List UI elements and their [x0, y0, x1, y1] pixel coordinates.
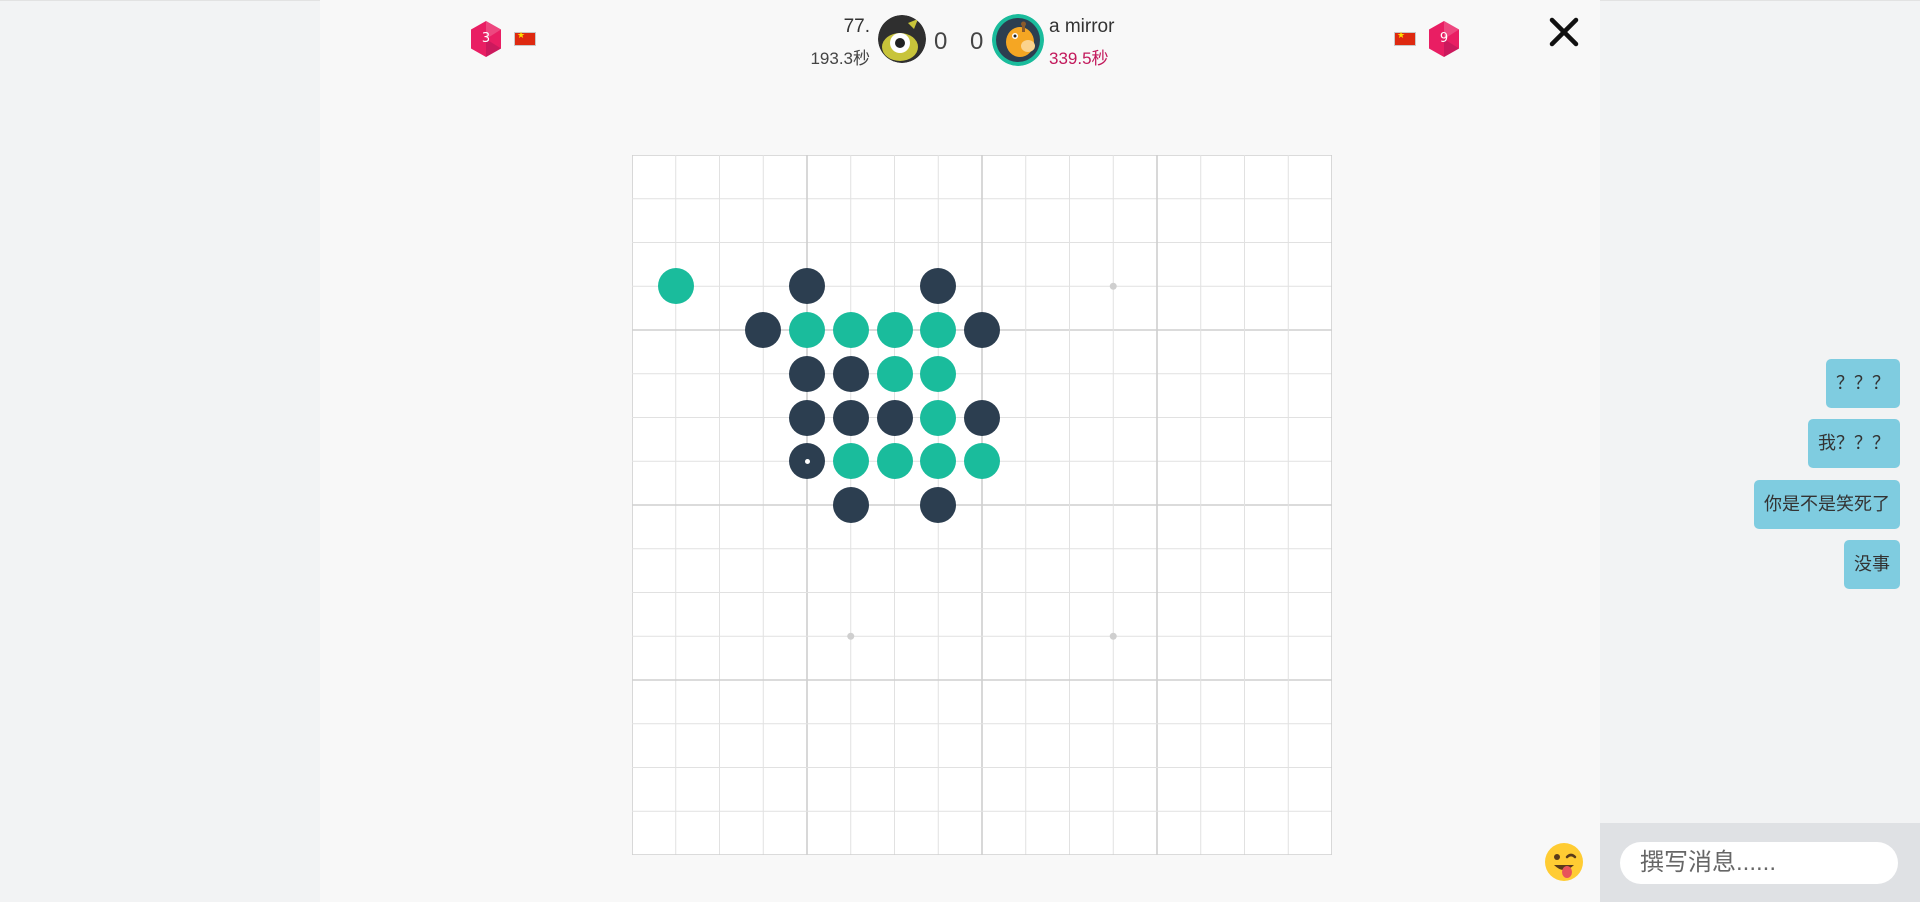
left-rank-number: 3 — [470, 20, 502, 58]
chat-message-input[interactable] — [1620, 842, 1898, 884]
left-player-timer: 193.3秒 — [810, 44, 870, 69]
right-player-score: 0 — [970, 28, 983, 56]
teal-stone — [920, 400, 956, 436]
close-icon — [1546, 14, 1582, 50]
dark-stone — [920, 487, 956, 523]
tongue-wink-emoji-icon — [1544, 842, 1584, 882]
dark-stone — [789, 400, 825, 436]
one-eyed-monster-icon — [878, 15, 926, 63]
teal-stone — [833, 443, 869, 479]
dark-stone — [877, 400, 913, 436]
right-player-timer: 339.5秒 — [1049, 44, 1109, 69]
board-grid — [632, 155, 1332, 855]
star-point — [1110, 283, 1117, 290]
last-move-marker — [805, 459, 810, 464]
left-china-flag-icon — [514, 32, 536, 46]
left-player-score: 0 — [934, 28, 947, 56]
dark-stone — [833, 487, 869, 523]
teal-stone — [964, 443, 1000, 479]
teal-stone — [920, 356, 956, 392]
chat-message: ？？？ — [1826, 359, 1900, 408]
right-rank-badge: 9 — [1428, 20, 1460, 58]
star-point — [847, 633, 854, 640]
teal-stone — [833, 312, 869, 348]
chat-message: 你是不是笑死了 — [1754, 480, 1900, 529]
chat-message: 没事 — [1844, 540, 1900, 589]
dark-stone — [964, 400, 1000, 436]
left-player-name: 77. — [844, 16, 870, 38]
teal-stone — [877, 443, 913, 479]
right-china-flag-icon — [1394, 32, 1416, 46]
close-button[interactable] — [1546, 14, 1582, 50]
dark-stone — [789, 443, 825, 479]
teal-stone — [877, 356, 913, 392]
dark-stone — [964, 312, 1000, 348]
dark-stone — [745, 312, 781, 348]
dark-stone — [833, 356, 869, 392]
dark-stone — [789, 356, 825, 392]
teal-stone — [658, 268, 694, 304]
emoji-button[interactable] — [1544, 842, 1584, 882]
right-player-avatar[interactable] — [992, 14, 1044, 66]
dark-stone — [920, 268, 956, 304]
dark-stone — [833, 400, 869, 436]
dark-stone — [789, 268, 825, 304]
right-player-name: a mirror — [1049, 16, 1114, 38]
left-player-avatar[interactable] — [878, 15, 926, 63]
right-rank-number: 9 — [1428, 20, 1460, 58]
teal-stone — [920, 312, 956, 348]
teal-stone — [789, 312, 825, 348]
gomoku-board[interactable] — [632, 155, 1332, 855]
teal-stone — [877, 312, 913, 348]
giraffe-icon — [992, 14, 1044, 66]
left-rank-badge: 3 — [470, 20, 502, 58]
chat-message: 我？？？ — [1808, 419, 1900, 468]
star-point — [1110, 633, 1117, 640]
teal-stone — [920, 443, 956, 479]
